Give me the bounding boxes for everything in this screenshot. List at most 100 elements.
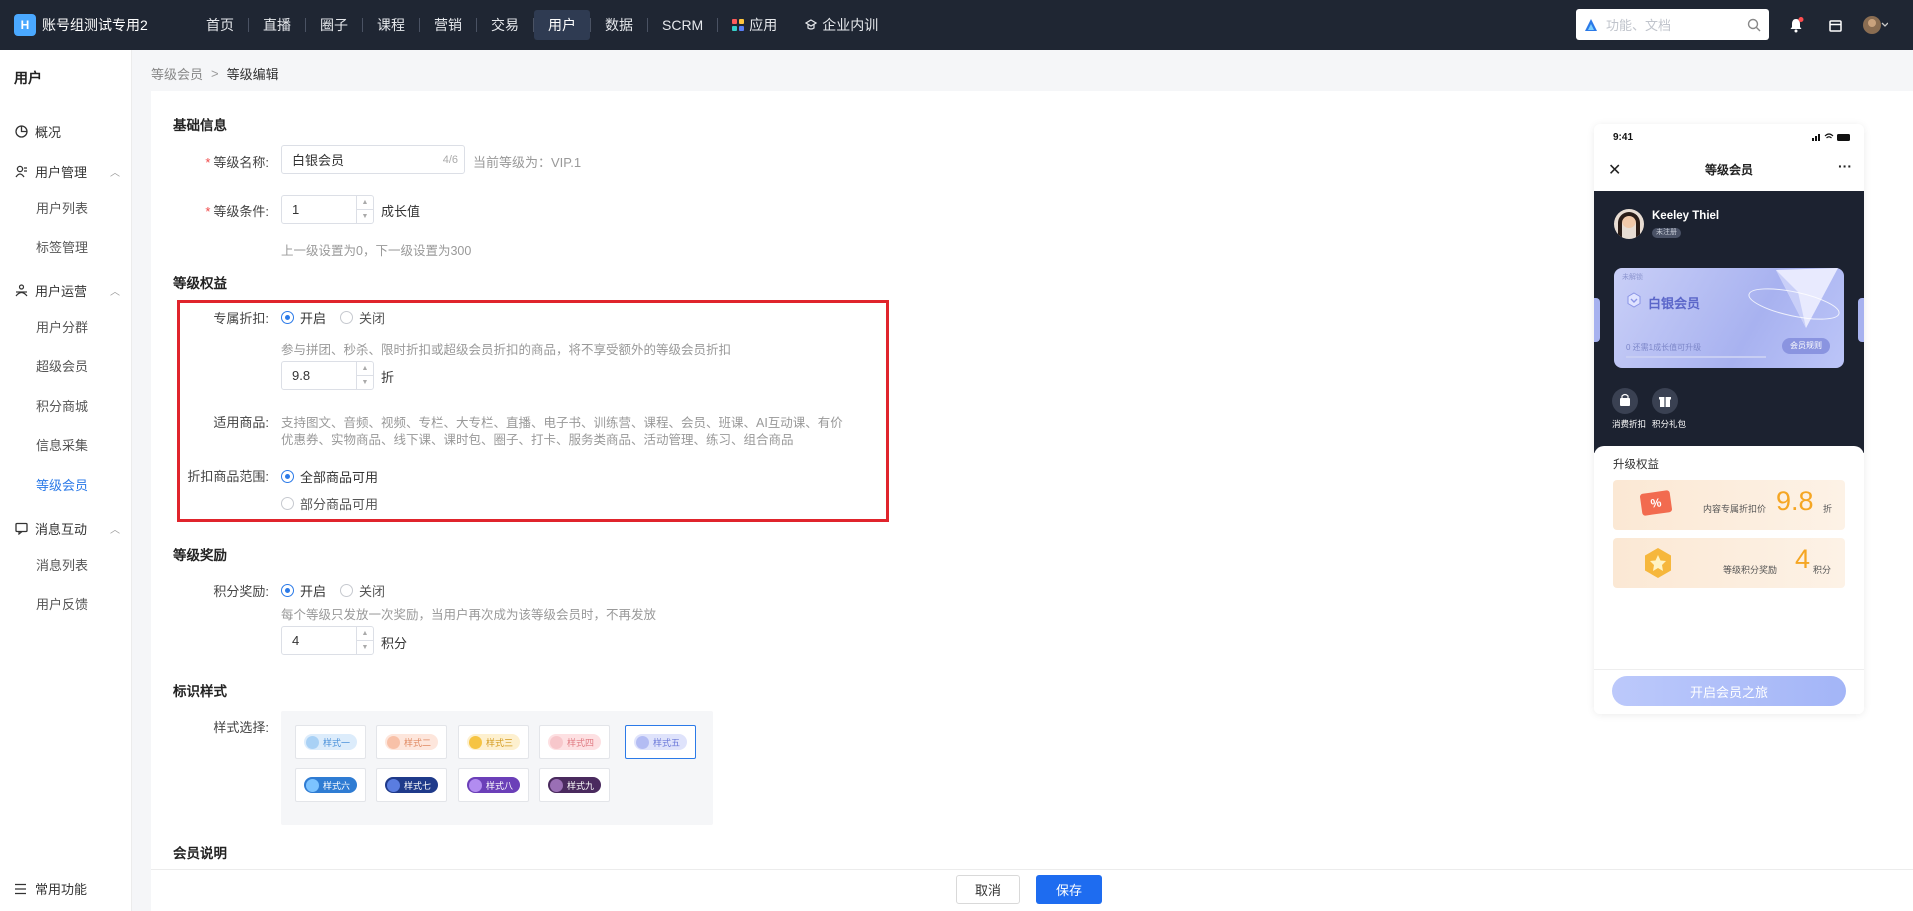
perk-discount: % 内容专属折扣价 9.8 折 [1613,480,1845,530]
search-icon[interactable] [1747,18,1761,32]
sidebar-item-level-member[interactable]: 等级会员 [0,475,132,494]
sidebar-group-label: 用户管理 [35,165,88,180]
menu-icon [15,883,26,894]
style-option-2[interactable]: 样式二 [376,725,447,759]
bell-icon[interactable] [1786,15,1806,35]
store-icon[interactable] [1825,15,1845,35]
discount-off-radio[interactable]: 关闭 [340,308,385,327]
style-option-5[interactable]: 样式五 [625,725,696,759]
level-name-input[interactable]: 白银会员 4/6 [281,145,465,174]
sidebar-group-user-management[interactable]: 用户管理 ︿ [0,162,132,181]
applicable-goods-line2: 优惠券、实物商品、线下课、课时包、圈子、打卡、服务类商品、活动管理、练习、组合商… [281,433,794,447]
style-option-label: 样式九 [566,780,594,791]
preview-header: ✕ 等级会员 ··· [1594,148,1864,191]
style-option-6[interactable]: 样式六 [295,768,366,802]
card-level-name: 白银会员 [1648,296,1701,311]
radio-label: 关闭 [359,311,386,326]
points-stepper[interactable]: 4 ▲ ▼ [281,626,374,655]
sidebar-common-functions[interactable]: 常用功能 [14,879,87,898]
start-membership-button[interactable]: 开启会员之旅 [1612,676,1846,706]
nav-circle[interactable]: 圈子 [306,10,362,40]
section-rights-title: 等级权益 [173,276,227,291]
nav-data[interactable]: 数据 [591,10,647,40]
brand[interactable]: H 账号组测试专用2 [0,0,188,50]
save-button[interactable]: 保存 [1036,875,1102,904]
points-off-radio[interactable]: 关闭 [340,581,385,600]
nav-course[interactable]: 课程 [363,10,419,40]
sidebar-item-user-segments[interactable]: 用户分群 [0,317,132,336]
preview-avatar [1614,209,1644,239]
discount-on-radio[interactable]: 开启 [281,308,326,327]
hierarchy-icon [14,284,28,298]
section-style-title: 标识样式 [173,684,227,699]
breadcrumb-parent[interactable]: 等级会员 [151,64,203,83]
sidebar-item-tag-management[interactable]: 标签管理 [0,237,132,256]
style-option-8[interactable]: 样式八 [458,768,529,802]
stepper-controls: ▲ ▼ [356,362,373,389]
perk-points: 等级积分奖励 4 积分 [1613,538,1845,588]
discount-stepper[interactable]: 9.8 ▲ ▼ [281,361,374,390]
nav-home[interactable]: 首页 [192,10,248,40]
nav-user[interactable]: 用户 [534,10,590,40]
points-on-radio[interactable]: 开启 [281,581,326,600]
sidebar-group-label: 消息互动 [35,522,88,537]
style-option-4[interactable]: 样式四 [539,725,610,759]
nav-marketing[interactable]: 营销 [420,10,476,40]
perk-discount-label: 内容专属折扣价 [1703,504,1767,514]
discount-scope-label: 折扣商品范围: [187,469,269,484]
char-counter: 4/6 [442,153,458,166]
nav-live[interactable]: 直播 [249,10,305,40]
close-icon[interactable]: ✕ [1608,160,1621,180]
style-option-3[interactable]: 样式三 [458,725,529,759]
sidebar-item-points-mall[interactable]: 积分商城 [0,396,132,415]
style-option-1[interactable]: 样式一 [295,725,366,759]
level-condition-stepper[interactable]: 1 ▲ ▼ [281,195,374,224]
sidebar-item-message-list[interactable]: 消息列表 [0,555,132,574]
sidebar-group-user-operations[interactable]: 用户运营 ︿ [0,281,132,300]
search-box[interactable]: 功能、文档 [1576,9,1769,40]
style-option-9[interactable]: 样式九 [539,768,610,802]
sidebar-group-message-interaction[interactable]: 消息互动 ︿ [0,519,132,538]
gift-icon[interactable] [1652,388,1678,414]
grid-icon [732,19,745,31]
stepper-down-icon[interactable]: ▼ [357,210,373,223]
style-option-label: 样式八 [485,780,513,791]
stepper-down-icon[interactable]: ▼ [357,641,373,654]
stepper-up-icon[interactable]: ▲ [357,196,373,210]
scope-all-radio[interactable]: 全部商品可用 [281,467,378,486]
discount-bag-icon[interactable] [1612,388,1638,414]
cancel-button[interactable]: 取消 [956,875,1020,904]
nav-scrm[interactable]: SCRM [648,10,717,40]
avatar[interactable] [1862,15,1888,35]
sidebar-item-user-feedback[interactable]: 用户反馈 [0,594,132,613]
stepper-up-icon[interactable]: ▲ [357,627,373,641]
stepper-down-icon[interactable]: ▼ [357,376,373,389]
top-bar: H 账号组测试专用2 首页 直播 圈子 课程 营销 交易 用户 数据 SCRM … [0,0,1913,50]
discount-hint: 参与拼团、秒杀、限时折扣或超级会员折扣的商品，将不享受额外的等级会员折扣 [281,343,732,357]
sidebar-item-info-collection[interactable]: 信息采集 [0,435,132,454]
level-card: 未解锁 白银会员 0 还需1成长值可升级 会员规则 [1614,268,1844,368]
radio-dot [281,311,294,324]
sidebar-item-super-member[interactable]: 超级会员 [0,356,132,375]
more-icon[interactable]: ··· [1838,158,1852,174]
stepper-up-icon[interactable]: ▲ [357,362,373,376]
section-member-description-title: 会员说明 [173,846,227,861]
scope-partial-radio[interactable]: 部分商品可用 [281,494,378,513]
search-input[interactable]: 功能、文档 [1606,15,1747,34]
points-reward-label: 积分奖励: [213,584,269,599]
app-logo-icon: H [14,14,36,36]
training-icon [805,19,818,30]
perk-points-value: 4 [1795,544,1811,574]
sidebar-item-user-list[interactable]: 用户列表 [0,198,132,217]
style-option-label: 样式一 [322,737,350,748]
status-bar: 9:41 [1594,124,1864,148]
style-option-7[interactable]: 样式七 [376,768,447,802]
nav-training[interactable]: 企业内训 [791,10,892,40]
sidebar: 用户 概况 用户管理 ︿ 用户列表 标签管理 用户运营 ︿ 用户分群 超级会员 … [0,50,132,911]
nav-trade[interactable]: 交易 [477,10,533,40]
nav-apps[interactable]: 应用 [718,10,791,40]
chevron-up-icon: ︿ [110,168,120,179]
sidebar-item-overview[interactable]: 概况 [0,122,132,141]
nav-apps-label: 应用 [749,17,778,33]
card-rule-button[interactable]: 会员规则 [1782,338,1830,354]
